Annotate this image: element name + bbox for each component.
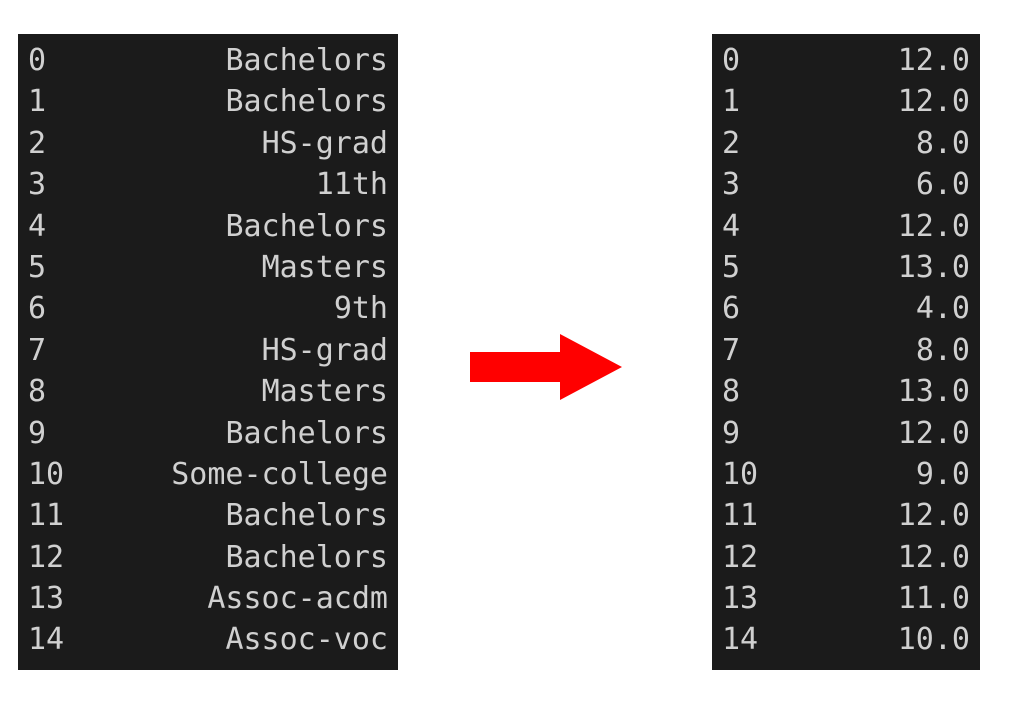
row-index: 2 [722, 123, 768, 164]
table-row: 513.0 [722, 247, 970, 288]
table-row: 28.0 [722, 123, 970, 164]
row-value: Some-college [74, 454, 388, 495]
row-index: 5 [28, 247, 74, 288]
row-index: 0 [28, 40, 74, 81]
row-index: 12 [722, 537, 768, 578]
row-index: 10 [28, 454, 74, 495]
table-row: 0Bachelors [28, 40, 388, 81]
row-index: 7 [722, 330, 768, 371]
table-row: 1212.0 [722, 537, 970, 578]
row-index: 3 [722, 164, 768, 205]
row-index: 13 [28, 578, 74, 619]
row-value: Assoc-acdm [74, 578, 388, 619]
table-row: 78.0 [722, 330, 970, 371]
table-row: 1Bachelors [28, 81, 388, 122]
row-value: 12.0 [768, 81, 970, 122]
row-value: 12.0 [768, 40, 970, 81]
table-row: 8Masters [28, 371, 388, 412]
row-value: 11th [74, 164, 388, 205]
row-index: 4 [28, 206, 74, 247]
row-value: 6.0 [768, 164, 970, 205]
row-value: Bachelors [74, 206, 388, 247]
row-index: 7 [28, 330, 74, 371]
table-row: 412.0 [722, 206, 970, 247]
table-row: 4Bachelors [28, 206, 388, 247]
row-index: 3 [28, 164, 74, 205]
arrow-right-icon [440, 328, 650, 406]
row-value: 8.0 [768, 330, 970, 371]
row-value: Bachelors [74, 495, 388, 536]
row-index: 6 [28, 288, 74, 329]
row-index: 12 [28, 537, 74, 578]
arrow-shape [470, 334, 622, 400]
table-row: 311th [28, 164, 388, 205]
right-terminal-panel: 012.0112.028.036.0412.0513.064.078.0813.… [712, 34, 980, 670]
figure-canvas: 0Bachelors1Bachelors2HS-grad311th4Bachel… [0, 0, 1024, 706]
row-value: 12.0 [768, 537, 970, 578]
left-terminal-panel: 0Bachelors1Bachelors2HS-grad311th4Bachel… [18, 34, 398, 670]
table-row: 912.0 [722, 413, 970, 454]
row-index: 9 [28, 413, 74, 454]
row-value: Bachelors [74, 537, 388, 578]
table-row: 12Bachelors [28, 537, 388, 578]
table-row: 109.0 [722, 454, 970, 495]
row-value: HS-grad [74, 330, 388, 371]
row-value: 4.0 [768, 288, 970, 329]
row-index: 11 [722, 495, 768, 536]
table-row: 813.0 [722, 371, 970, 412]
table-row: 1311.0 [722, 578, 970, 619]
table-row: 64.0 [722, 288, 970, 329]
row-index: 2 [28, 123, 74, 164]
row-value: Bachelors [74, 81, 388, 122]
table-row: 10Some-college [28, 454, 388, 495]
row-value: 11.0 [768, 578, 970, 619]
row-index: 5 [722, 247, 768, 288]
table-row: 69th [28, 288, 388, 329]
table-row: 9Bachelors [28, 413, 388, 454]
row-value: 8.0 [768, 123, 970, 164]
row-index: 8 [722, 371, 768, 412]
row-value: Masters [74, 371, 388, 412]
table-row: 012.0 [722, 40, 970, 81]
table-row: 2HS-grad [28, 123, 388, 164]
row-value: Bachelors [74, 413, 388, 454]
row-index: 6 [722, 288, 768, 329]
row-index: 4 [722, 206, 768, 247]
row-value: HS-grad [74, 123, 388, 164]
row-index: 1 [722, 81, 768, 122]
row-value: 12.0 [768, 206, 970, 247]
arrow-svg [460, 328, 630, 406]
row-value: Bachelors [74, 40, 388, 81]
row-index: 8 [28, 371, 74, 412]
row-value: 9.0 [768, 454, 970, 495]
row-value: 10.0 [768, 619, 970, 660]
table-row: 112.0 [722, 81, 970, 122]
row-index: 10 [722, 454, 768, 495]
table-row: 14Assoc-voc [28, 619, 388, 660]
row-index: 14 [722, 619, 768, 660]
table-row: 1410.0 [722, 619, 970, 660]
row-value: 12.0 [768, 413, 970, 454]
row-value: Assoc-voc [74, 619, 388, 660]
row-index: 13 [722, 578, 768, 619]
table-row: 1112.0 [722, 495, 970, 536]
table-row: 13Assoc-acdm [28, 578, 388, 619]
row-value: Masters [74, 247, 388, 288]
row-value: 13.0 [768, 371, 970, 412]
table-row: 5Masters [28, 247, 388, 288]
row-value: 9th [74, 288, 388, 329]
row-value: 12.0 [768, 495, 970, 536]
row-value: 13.0 [768, 247, 970, 288]
row-index: 9 [722, 413, 768, 454]
table-row: 36.0 [722, 164, 970, 205]
row-index: 1 [28, 81, 74, 122]
row-index: 14 [28, 619, 74, 660]
table-row: 11Bachelors [28, 495, 388, 536]
row-index: 0 [722, 40, 768, 81]
row-index: 11 [28, 495, 74, 536]
table-row: 7HS-grad [28, 330, 388, 371]
